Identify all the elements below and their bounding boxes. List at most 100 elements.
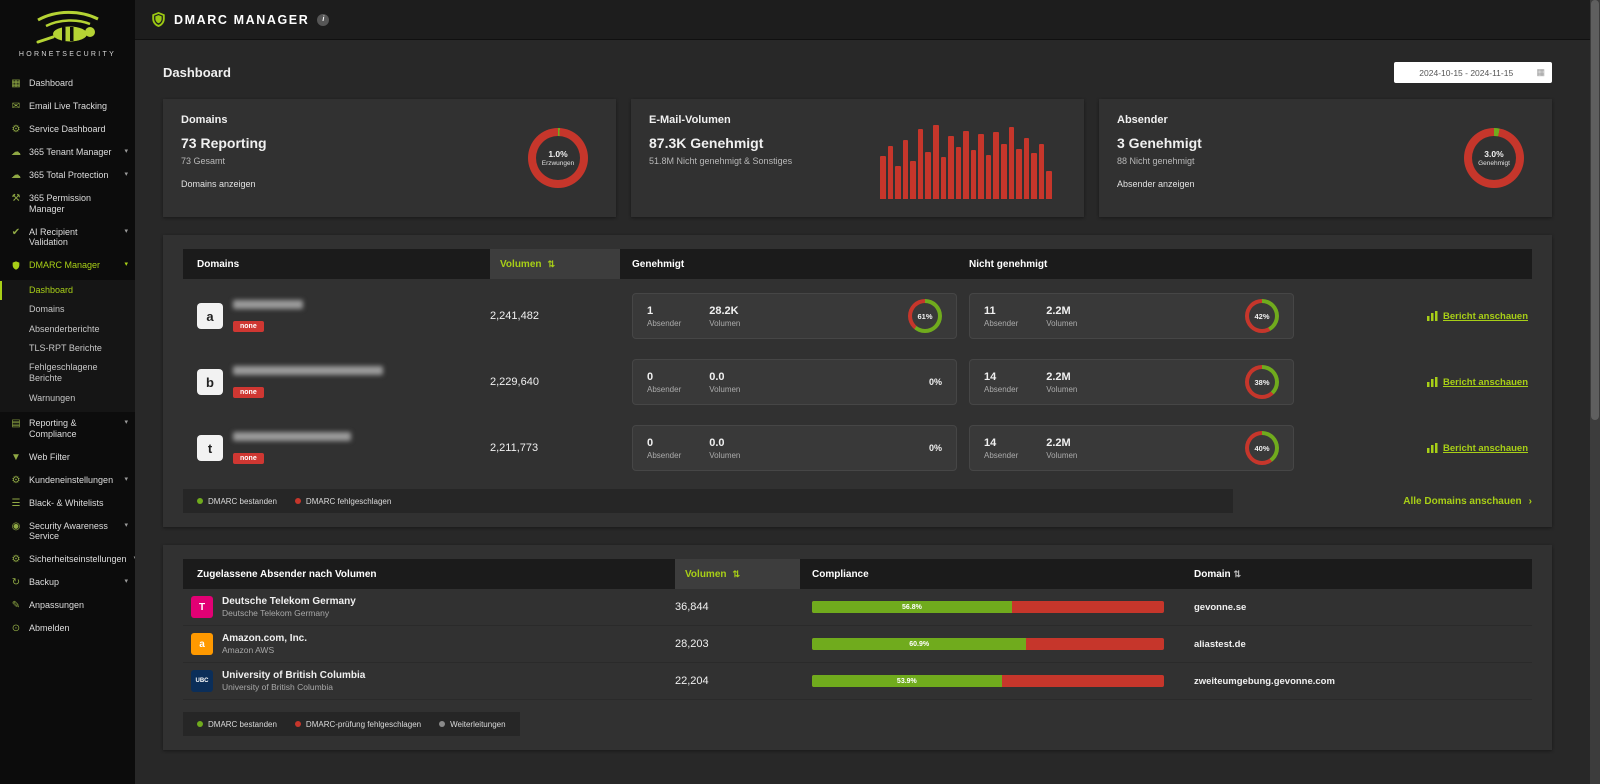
subnav-item-domains[interactable]: Domains [0,300,135,319]
chart-bar [948,136,954,199]
sidebar-item-security-awareness-service[interactable]: ◉ Security Awareness Service ▾ [0,515,135,549]
domain-cell: t none [183,431,478,465]
chart-icon [1427,443,1438,453]
chart-bar [1046,170,1052,199]
domains-enforced-donut: 1.0% Erzwungen [528,128,588,188]
not-approved-donut: 40% [1245,431,1279,465]
col-header-domain[interactable]: Domain ⇅ [1194,569,1532,580]
chart-bar [1038,144,1045,199]
legend-item: DMARC fehlgeschlagen [294,497,391,506]
sidebar-item-365-tenant-manager[interactable]: ☁ 365 Tenant Manager ▾ [0,141,135,164]
stat-label: Absender [984,450,1019,460]
sidebar-item-365-permission-manager[interactable]: ⚒ 365 Permission Manager [0,187,135,221]
app-root: HORNETSECURITY ▦ Dashboard ✉ Email Live … [0,0,1600,784]
subnav-item-tls-rpt-berichte[interactable]: TLS-RPT Berichte [0,339,135,358]
hornet-logo-icon [36,10,99,44]
chart-bar [993,132,999,199]
senders-table-card: Zugelassene Absender nach Volumen Volume… [163,545,1552,750]
bericht-anschauen-link[interactable]: Bericht anschauen [1306,377,1532,388]
col-header-volumen-sort[interactable]: Volumen ⇅ [675,559,800,589]
senders-legend: DMARC bestanden DMARC-prüfung fehlgeschl… [183,712,520,736]
card-senders: Absender 3 Genehmigt 88 Nicht genehmigt … [1099,99,1552,217]
senders-stat: 0 Absender [647,371,681,394]
sidebar-item-reporting-compliance[interactable]: ▤ Reporting & Compliance ▾ [0,412,135,446]
stat-value: 0 [647,370,654,383]
stat-value: 28.2K [709,304,739,317]
sender-name: University of British Columbia [222,670,366,681]
scrollbar-thumb[interactable] [1591,0,1599,420]
sender-cell: a Amazon.com, Inc. Amazon AWS [183,633,663,655]
sidebar-item-backup[interactable]: ↻ Backup ▾ [0,571,135,594]
sidebar-item-abmelden[interactable]: ⊙ Abmelden [0,617,135,640]
chart-bar [963,130,969,199]
subnav-item-fehlgeschlagene-berichte[interactable]: Fehlgeschlagene Berichte [0,358,135,389]
sidebar-item-anpassungen[interactable]: ✎ Anpassungen [0,594,135,617]
donut-center: 3.0% Genehmigt [1472,136,1516,180]
col-header-compliance: Compliance [812,568,869,580]
senders-stat: 0 Absender [647,437,681,460]
domain-avatar: b [197,369,223,395]
link-label: Bericht anschauen [1443,376,1528,388]
domain-avatar: a [197,303,223,329]
domains-anzeigen-link[interactable]: Domains anzeigen [181,179,256,189]
subnav-item-warnungen[interactable]: Warnungen [0,389,135,408]
compliance-percent: 60.9% [909,640,930,648]
vertical-scrollbar[interactable] [1590,0,1600,784]
chevron-down-icon: ▾ [124,578,128,586]
date-range-picker[interactable]: 2024-10-15 - 2024-11-15 ▦ [1394,62,1552,83]
domain-cell: b none [183,365,478,399]
sidebar-item-dashboard[interactable]: ▦ Dashboard [0,72,135,95]
approved-panel: 0 Absender 0.0 Volumen 0% [632,425,957,471]
subnav-item-dashboard[interactable]: Dashboard [0,281,135,301]
sidebar-item-sicherheitseinstellungen[interactable]: ⚙ Sicherheitseinstellungen ▾ [0,548,135,571]
dashboard-icon: ▦ [11,78,21,89]
chart-bar [940,156,947,199]
donut-percent: 42% [1249,303,1275,329]
table-row: T Deutsche Telekom Germany Deutsche Tele… [183,589,1532,626]
sidebar-item-email-live-tracking[interactable]: ✉ Email Live Tracking [0,95,135,118]
absender-anzeigen-link[interactable]: Absender anzeigen [1117,179,1195,189]
stat-value: 14 [984,436,997,449]
shield-icon [10,260,22,274]
info-icon[interactable]: i [317,13,330,26]
compliance-bar: 56.8% [812,601,1164,613]
dmarc-shield-icon [152,12,165,27]
subnav-item-absenderberichte[interactable]: Absenderberichte [0,320,135,339]
col-header-label: Domain [1194,568,1231,580]
sidebar-item-black-whitelists[interactable]: ☰ Black- & Whitelists [0,492,135,515]
telekom-logo: T [191,596,213,618]
compliance-pass-segment: 60.9% [812,638,1027,650]
domains-table-header: Domains Volumen ⇅ Genehmigt Nicht genehm… [183,249,1532,279]
volume-stat: 0.0 Volumen [709,437,740,460]
bericht-anschauen-link[interactable]: Bericht anschauen [1306,311,1532,322]
domains-legend: DMARC bestanden DMARC fehlgeschlagen [183,489,1234,513]
sidebar-item-service-dashboard[interactable]: ⚙ Service Dashboard [0,118,135,141]
card-subtext: 73 Gesamt [181,156,226,166]
sidebar-item-kundeneinstellungen[interactable]: ⚙ Kundeneinstellungen ▾ [0,469,135,492]
not-approved-donut: 42% [1245,299,1279,333]
legend-dot-red [294,721,301,727]
domain-name-redacted [233,299,303,309]
chart-bar [910,160,916,199]
page-title: Dashboard [163,65,231,80]
sidebar-item-dmarc-manager[interactable]: DMARC Manager ▾ [0,254,135,280]
chart-bar [1031,153,1037,199]
alle-domains-anschauen-link[interactable]: Alle Domains anschauen › [1403,496,1532,507]
chart-bar [1001,143,1007,199]
compliance-cell: 53.9% [812,675,1182,687]
sidebar-item-ai-recipient-validation[interactable]: ✔ AI Recipient Validation ▾ [0,221,135,255]
sidebar-item-web-filter[interactable]: ▼ Web Filter [0,446,135,469]
col-header-volumen-sort[interactable]: Volumen ⇅ [490,249,620,279]
compliance-pass-segment: 56.8% [812,601,1012,613]
bericht-anschauen-link[interactable]: Bericht anschauen [1306,443,1532,454]
policy-badge: none [233,320,264,332]
volume-stat: 2.2M Volumen [1046,371,1077,394]
sidebar-item-365-total-protection[interactable]: ☁ 365 Total Protection ▾ [0,164,135,187]
gear-icon: ⚙ [11,474,21,486]
table-row: UBC University of British Columbia Unive… [183,663,1532,700]
chart-bar [925,152,931,199]
sender-domain: zweiteumgebung.gevonne.com [1194,675,1335,687]
chart-bar [970,150,977,199]
chart-bar [902,139,909,199]
domain-volume: 2,211,773 [490,442,539,454]
